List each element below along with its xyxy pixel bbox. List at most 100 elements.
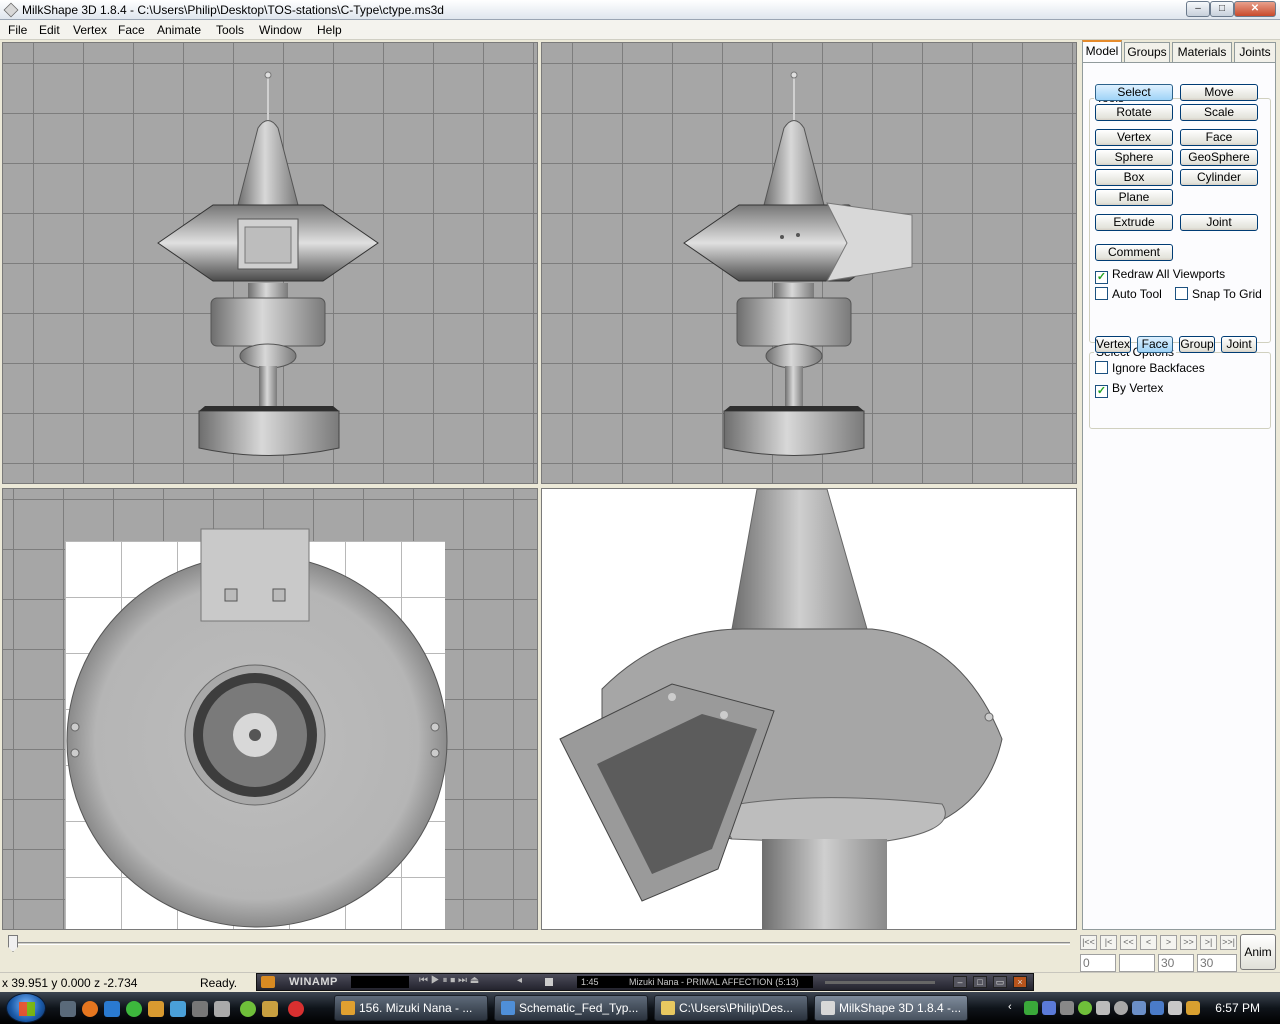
- sphere-tool-button[interactable]: Sphere: [1095, 149, 1173, 166]
- winamp-minimize-icon[interactable]: –: [953, 976, 967, 988]
- select-tool-button[interactable]: Select: [1095, 84, 1173, 101]
- winamp-restore-icon[interactable]: □: [973, 976, 987, 988]
- animation-bar: |<< |< << < > >> >| >>| 0 30 30 Anim: [0, 932, 1280, 972]
- taskbar-item-winamp[interactable]: 156. Mizuki Nana - ...: [334, 995, 488, 1021]
- taskbar-item-milkshape[interactable]: MilkShape 3D 1.8.4 -...: [814, 995, 968, 1021]
- viewport-3d[interactable]: [541, 488, 1077, 930]
- tab-model[interactable]: Model: [1082, 40, 1122, 62]
- snap-to-grid-label: Snap To Grid: [1192, 287, 1262, 301]
- taskbar-item-schematic[interactable]: Schematic_Fed_Typ...: [494, 995, 648, 1021]
- app-icon[interactable]: [288, 1001, 304, 1017]
- last-frame-button[interactable]: >>|: [1220, 935, 1237, 950]
- face-tool-button[interactable]: Face: [1180, 129, 1258, 146]
- tab-groups[interactable]: Groups: [1124, 42, 1170, 62]
- forward-button[interactable]: >>: [1180, 935, 1197, 950]
- tray-expand-icon[interactable]: ‹: [1008, 1001, 1022, 1015]
- tab-joints[interactable]: Joints: [1234, 42, 1276, 62]
- viewport-front[interactable]: [2, 42, 538, 484]
- by-vertex-checkbox[interactable]: ✓ By Vertex: [1095, 381, 1163, 398]
- minimize-button[interactable]: –: [1186, 1, 1210, 17]
- viewport-side[interactable]: [541, 42, 1077, 484]
- frame-slider[interactable]: [12, 942, 1070, 945]
- extrude-tool-button[interactable]: Extrude: [1095, 214, 1173, 231]
- winamp-close-icon[interactable]: ×: [1013, 976, 1027, 988]
- prev-key-button[interactable]: |<: [1100, 935, 1117, 950]
- app-icon[interactable]: [240, 1001, 256, 1017]
- menu-vertex[interactable]: Vertex: [73, 23, 107, 37]
- comment-button[interactable]: Comment: [1095, 244, 1173, 261]
- move-tool-button[interactable]: Move: [1180, 84, 1258, 101]
- box-tool-button[interactable]: Box: [1095, 169, 1173, 186]
- status-text: Ready.: [200, 976, 238, 990]
- media-player-icon[interactable]: [104, 1001, 120, 1017]
- steam-icon[interactable]: [192, 1001, 208, 1017]
- menu-animate[interactable]: Animate: [157, 23, 201, 37]
- select-vertex-button[interactable]: Vertex: [1095, 336, 1131, 353]
- tray-app-icon[interactable]: [1186, 1001, 1200, 1015]
- menu-edit[interactable]: Edit: [39, 23, 60, 37]
- start-button[interactable]: [6, 993, 46, 1023]
- checkbox-empty-icon: [1095, 287, 1108, 300]
- select-group-button[interactable]: Group: [1179, 336, 1215, 353]
- next-key-button[interactable]: >|: [1200, 935, 1217, 950]
- viewport-top[interactable]: [2, 488, 538, 930]
- tray-volume-icon[interactable]: [1168, 1001, 1182, 1015]
- tool-icon[interactable]: [214, 1001, 230, 1017]
- menu-file[interactable]: File: [8, 23, 27, 37]
- scale-tool-button[interactable]: Scale: [1180, 104, 1258, 121]
- frame-slider-thumb[interactable]: [8, 935, 18, 952]
- select-joint-button[interactable]: Joint: [1221, 336, 1257, 353]
- ignore-backfaces-checkbox[interactable]: Ignore Backfaces: [1095, 361, 1205, 375]
- tray-app-icon[interactable]: [1132, 1001, 1146, 1015]
- pen-icon[interactable]: [148, 1001, 164, 1017]
- joint-tool-button[interactable]: Joint: [1180, 214, 1258, 231]
- frame-total-field[interactable]: 30: [1197, 954, 1237, 972]
- rotate-tool-button[interactable]: Rotate: [1095, 104, 1173, 121]
- tray-app-icon[interactable]: [1024, 1001, 1038, 1015]
- tray-steam-icon[interactable]: [1060, 1001, 1074, 1015]
- geosphere-tool-button[interactable]: GeoSphere: [1180, 149, 1258, 166]
- menu-window[interactable]: Window: [259, 23, 302, 37]
- vertex-tool-button[interactable]: Vertex: [1095, 129, 1173, 146]
- redraw-all-viewports-checkbox[interactable]: ✓ Redraw All Viewports: [1095, 267, 1225, 284]
- prev-frame-button[interactable]: <: [1140, 935, 1157, 950]
- app-icon[interactable]: [126, 1001, 142, 1017]
- close-button[interactable]: ✕: [1234, 1, 1276, 17]
- tray-app-icon[interactable]: [1096, 1001, 1110, 1015]
- snap-to-grid-checkbox[interactable]: Snap To Grid: [1175, 287, 1262, 301]
- current-frame-field[interactable]: 0: [1080, 954, 1116, 972]
- plane-tool-button[interactable]: Plane: [1095, 189, 1173, 206]
- menu-help[interactable]: Help: [317, 23, 342, 37]
- frame-count-field[interactable]: 30: [1158, 954, 1194, 972]
- frame-field-blank[interactable]: [1119, 954, 1155, 972]
- tab-materials[interactable]: Materials: [1172, 42, 1232, 62]
- tray-network-icon[interactable]: [1150, 1001, 1164, 1015]
- taskbar-item-explorer[interactable]: C:\Users\Philip\Des...: [654, 995, 808, 1021]
- tray-disc-icon[interactable]: [1114, 1001, 1128, 1015]
- next-frame-button[interactable]: >: [1160, 935, 1177, 950]
- winamp-menu-icon[interactable]: ▭: [993, 976, 1007, 988]
- winamp-volume-icon: ◂: [517, 975, 523, 986]
- winamp-logo-icon: [261, 976, 275, 988]
- first-frame-button[interactable]: |<<: [1080, 935, 1097, 950]
- maximize-button[interactable]: □: [1210, 1, 1234, 17]
- taskbar-clock[interactable]: 6:57 PM: [1215, 1001, 1260, 1015]
- winamp-seek-bar[interactable]: [825, 981, 935, 984]
- menu-tools[interactable]: Tools: [216, 23, 244, 37]
- anim-button[interactable]: Anim: [1240, 934, 1276, 970]
- model-tab-page: Tools Select Move Rotate Scale Vertex Fa…: [1082, 62, 1276, 930]
- show-desktop-icon[interactable]: [60, 1001, 76, 1017]
- winamp-controls[interactable]: ⏮ ▶ ⏸ ⏹ ⏭ ⏏: [419, 975, 479, 986]
- firefox-icon[interactable]: [82, 1001, 98, 1017]
- menu-face[interactable]: Face: [118, 23, 145, 37]
- select-face-button[interactable]: Face: [1137, 336, 1173, 353]
- rewind-button[interactable]: <<: [1120, 935, 1137, 950]
- tray-headset-icon[interactable]: [1042, 1001, 1056, 1015]
- auto-tool-checkbox[interactable]: Auto Tool: [1095, 287, 1162, 301]
- winamp-bar[interactable]: WINAMP ⏮ ▶ ⏸ ⏹ ⏭ ⏏ ◂ 1:45 Mizuki Nana - …: [256, 973, 1034, 991]
- app-icon[interactable]: [262, 1001, 278, 1017]
- tray-app-icon[interactable]: [1078, 1001, 1092, 1015]
- cylinder-tool-button[interactable]: Cylinder: [1180, 169, 1258, 186]
- winamp-volume-slider[interactable]: [545, 978, 553, 986]
- network-icon[interactable]: [170, 1001, 186, 1017]
